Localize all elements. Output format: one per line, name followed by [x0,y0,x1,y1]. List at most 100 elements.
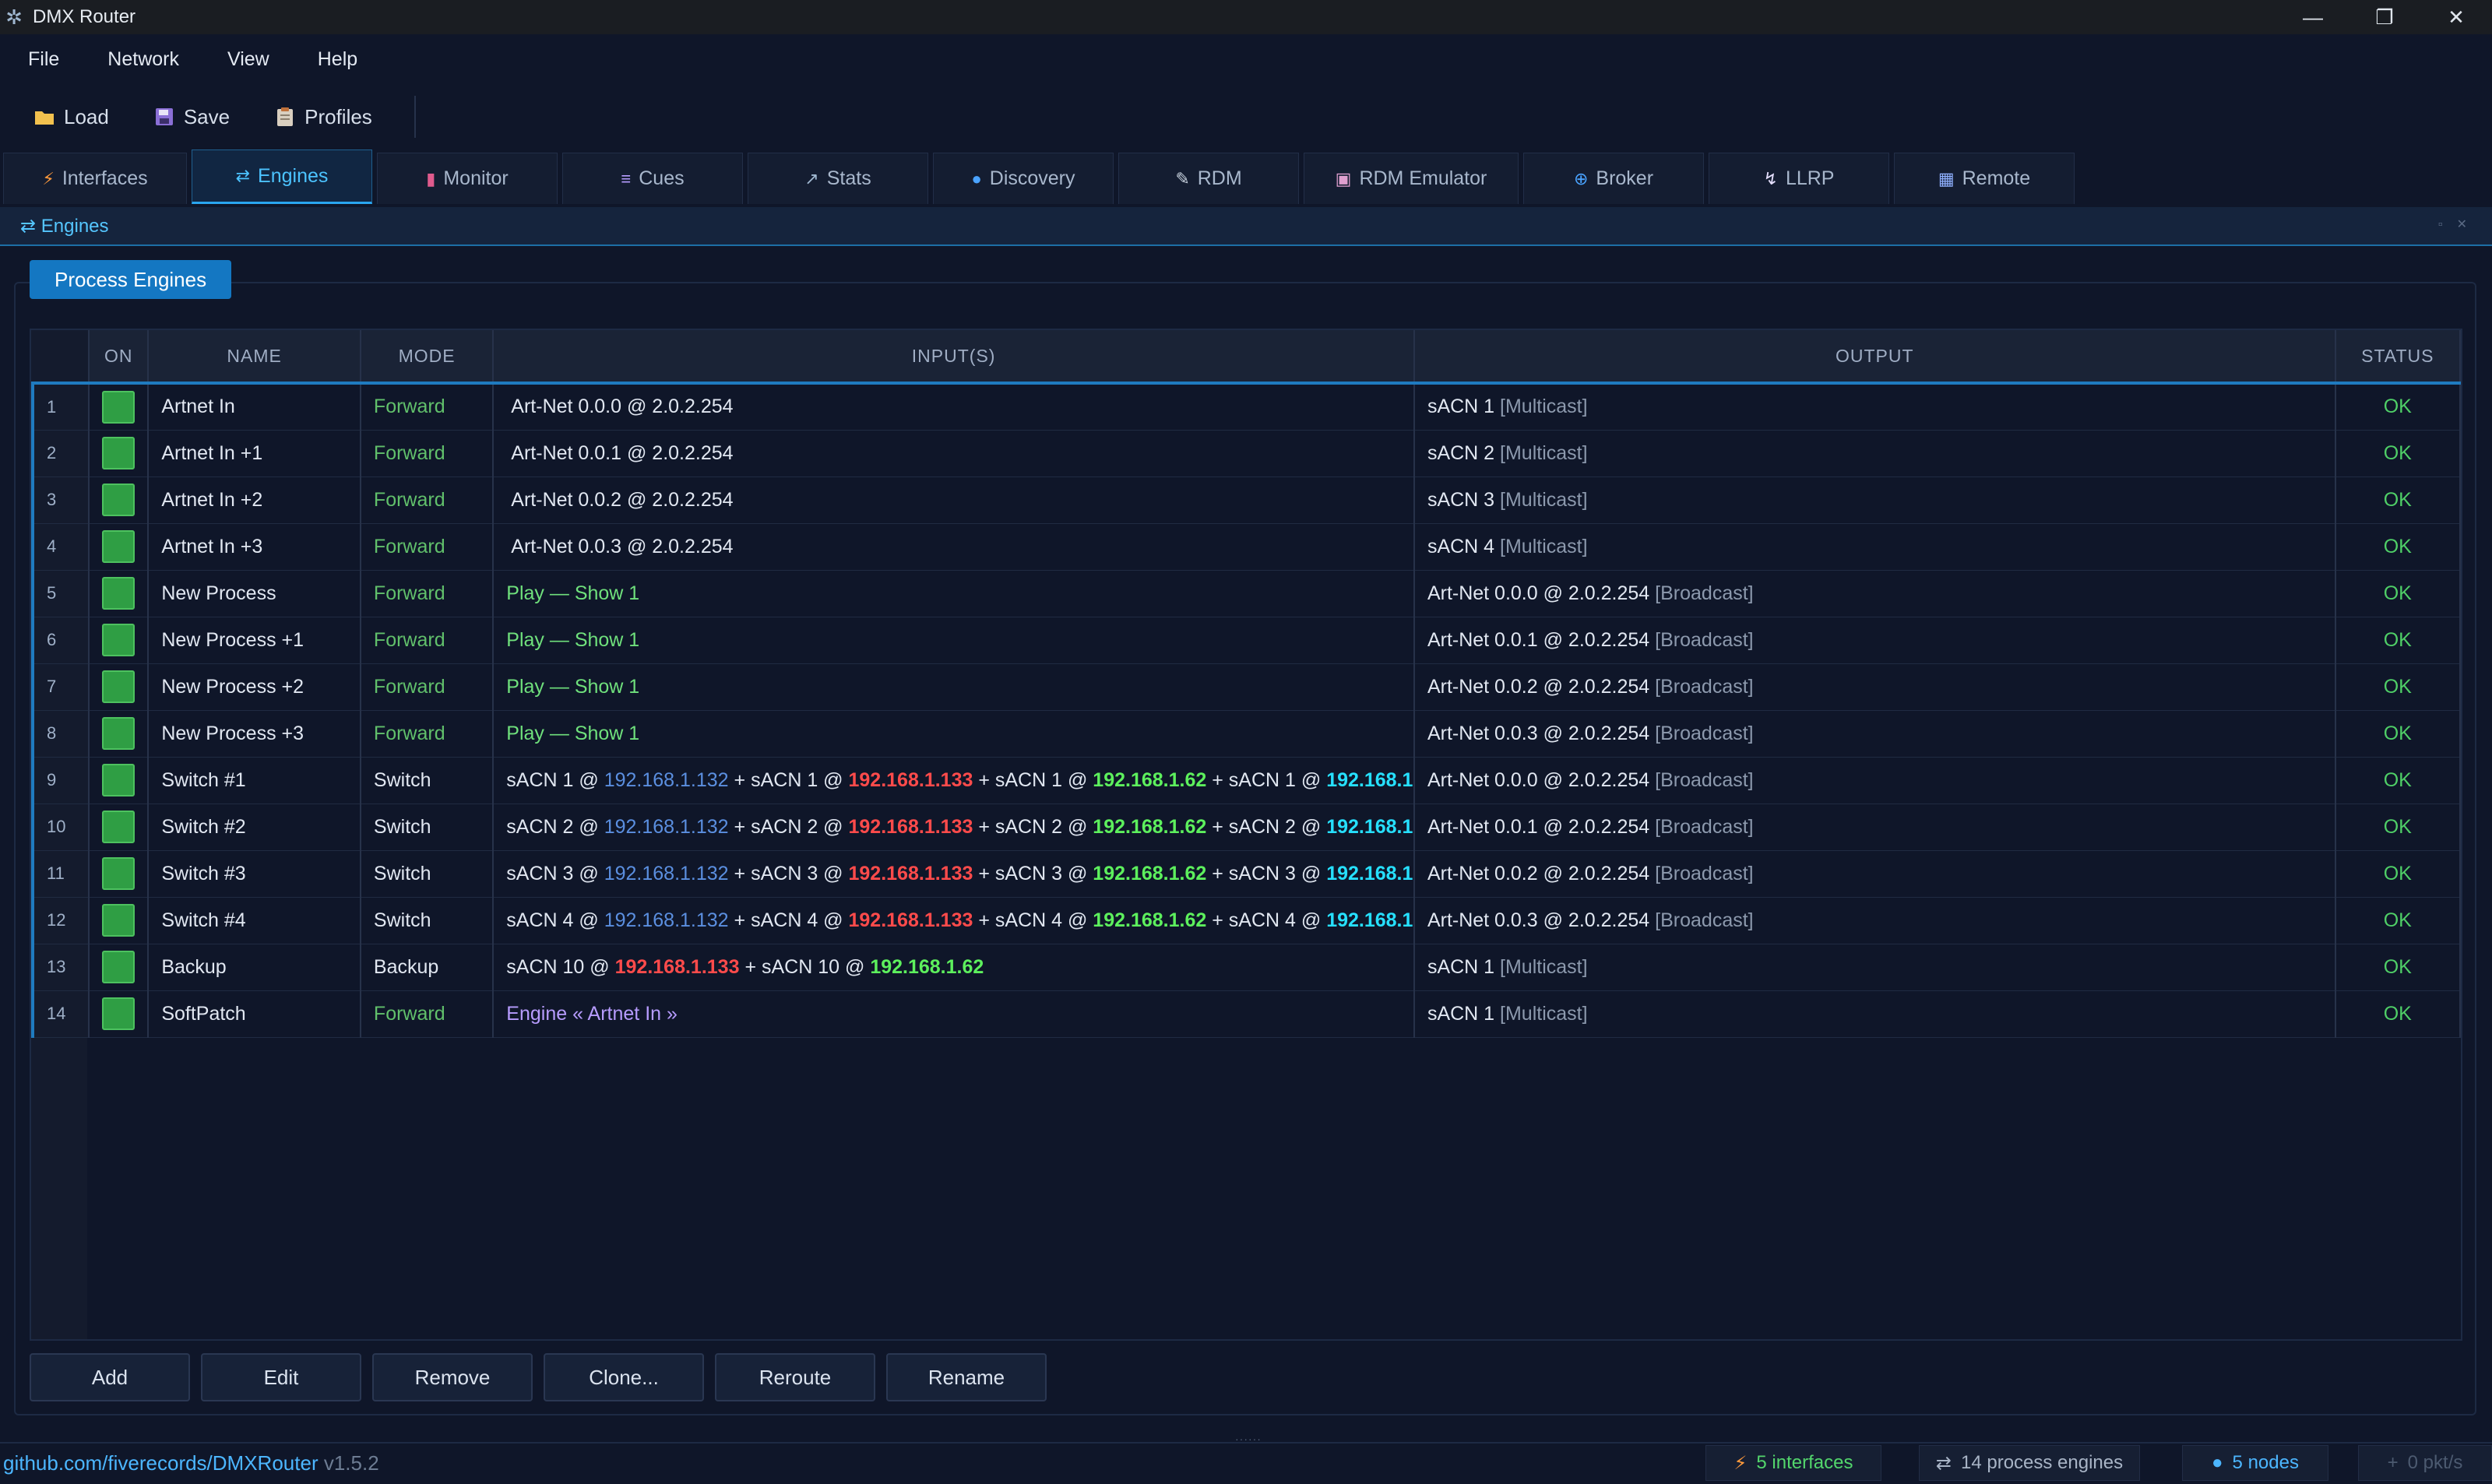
table-row[interactable]: 14 SoftPatch Forward Engine « Artnet In » sA… [31,990,2461,1038]
restore-button[interactable]: ❐ [2349,0,2420,34]
interfaces-count: 5 interfaces [1756,1452,1853,1473]
menu-file[interactable]: File [28,48,59,71]
profiles-button[interactable]: Profiles [273,105,372,129]
input-ip: 192.168.1.133 [848,909,973,931]
table-row[interactable]: 9 Switch #1 Switch sACN 1 @ 192.168.1.132 +… [31,757,2461,804]
table-row[interactable]: 8 New Process +3 Forward Play — Show 1 Art-N… [31,710,2461,758]
on-toggle-cell[interactable] [89,897,150,944]
status-badge: OK [2335,430,2461,477]
table-row[interactable]: 6 New Process +1 Forward Play — Show 1 Art-N… [31,617,2461,664]
on-toggle[interactable] [102,624,136,656]
on-toggle[interactable] [102,390,136,424]
add-button[interactable]: Add [30,1353,190,1401]
repo-url: github.com/fiverecords/DMXRouter [3,1451,319,1475]
header-output[interactable]: OUTPUT [1413,330,2336,385]
tab-interfaces[interactable]: ⚡ Interfaces [3,153,187,204]
save-button[interactable]: Save [153,105,230,129]
on-toggle[interactable] [102,670,136,703]
on-toggle-cell[interactable] [89,523,150,571]
on-toggle[interactable] [102,811,136,843]
tab-stats[interactable]: ↗ Stats [748,153,928,204]
on-toggle-cell[interactable] [89,570,150,617]
tab-engines[interactable]: ⇄ Engines [192,149,372,204]
panel-controls[interactable]: ▫✕ [2438,216,2481,232]
on-toggle[interactable] [102,951,136,983]
tab-rdm-emulator[interactable]: ▣ RDM Emulator [1304,153,1519,204]
on-toggle[interactable] [102,717,136,750]
engines-status[interactable]: ⇄ 14 process engines [1919,1445,2140,1481]
on-toggle[interactable] [102,484,136,516]
on-toggle-cell[interactable] [89,850,150,898]
status-bar: github.com/fiverecords/DMXRouter v1.5.2 … [0,1442,2492,1484]
engine-name: Switch #3 [148,850,361,898]
on-toggle[interactable] [102,530,136,563]
tab-remote[interactable]: ▦ Remote [1894,153,2075,204]
table-row[interactable]: 12 Switch #4 Switch sACN 4 @ 192.168.1.132 … [31,897,2461,944]
on-toggle-cell[interactable] [89,944,150,991]
menu-view[interactable]: View [227,48,269,71]
header-on[interactable]: ON [89,330,150,385]
on-toggle-cell[interactable] [89,757,150,804]
input-universe: + sACN 4 @ [728,909,849,931]
on-toggle-cell[interactable] [89,617,150,664]
on-toggle-cell[interactable] [89,663,150,711]
header-mode[interactable]: MODE [360,330,495,385]
engine-output: Art-Net 0.0.1 @ 2.0.2.254 [Broadcast] [1413,804,2336,851]
splitter-handle[interactable]: ······ [1235,1433,1262,1445]
on-toggle-cell[interactable] [89,476,150,524]
menu-network[interactable]: Network [107,48,179,71]
on-toggle-cell[interactable] [89,710,150,758]
load-button[interactable]: Load [33,105,109,129]
interfaces-status[interactable]: ⚡ 5 interfaces [1705,1445,1881,1481]
engine-inputs: sACN 3 @ 192.168.1.132 + sACN 3 @ 192.16… [493,850,1415,898]
remove-button[interactable]: Remove [372,1353,533,1401]
table-row[interactable]: 2 Artnet In +1 Forward Art-Net 0.0.1 @ 2.0.… [31,430,2461,477]
on-toggle[interactable] [102,997,136,1030]
menu-help[interactable]: Help [318,48,357,71]
packet-rate: 0 pkt/s [2407,1452,2463,1473]
tab-broker[interactable]: ⊕ Broker [1523,153,1704,204]
engine-name: Artnet In [148,383,361,431]
input-universe: sACN 3 @ [506,862,604,884]
tab-label: Interfaces [62,167,148,189]
table-row[interactable]: 4 Artnet In +3 Forward Art-Net 0.0.3 @ 2.0.… [31,523,2461,571]
on-toggle[interactable] [102,764,136,797]
rename-button[interactable]: Rename [886,1353,1047,1401]
tab-label: Cues [639,167,685,189]
on-toggle-cell[interactable] [89,383,150,431]
clone-button[interactable]: Clone... [544,1353,704,1401]
reroute-button[interactable]: Reroute [715,1353,875,1401]
table-row[interactable]: 10 Switch #2 Switch sACN 2 @ 192.168.1.132 … [31,804,2461,851]
tab-cues[interactable]: ≡ Cues [562,153,743,204]
engines-count: 14 process engines [1960,1452,2124,1473]
tab-discovery[interactable]: ● Discovery [933,153,1114,204]
tab-llrp[interactable]: ↯ LLRP [1709,153,1889,204]
repo-link[interactable]: github.com/fiverecords/DMXRouter v1.5.2 [3,1451,379,1475]
header-name[interactable]: NAME [148,330,361,385]
on-toggle-cell[interactable] [89,804,150,851]
table-row[interactable]: 11 Switch #3 Switch sACN 3 @ 192.168.1.132 … [31,850,2461,898]
minimize-button[interactable]: — [2277,0,2349,34]
film-icon: ≡ [621,168,632,188]
header-inputs[interactable]: INPUT(S) [493,330,1415,385]
edit-button[interactable]: Edit [201,1353,361,1401]
output-mode-tag: [Multicast] [1500,396,1588,418]
on-toggle[interactable] [102,904,136,937]
table-row[interactable]: 5 New Process Forward Play — Show 1 Art-Net … [31,570,2461,617]
on-toggle-cell[interactable] [89,990,150,1038]
tab-rdm[interactable]: ✎ RDM [1118,153,1299,204]
header-status[interactable]: STATUS [2335,330,2461,385]
on-toggle-cell[interactable] [89,430,150,477]
input-ip: 192.168.1.62 [1093,909,1207,931]
on-toggle[interactable] [102,857,136,890]
engine-inputs: sACN 10 @ 192.168.1.133 + sACN 10 @ 192.… [493,944,1415,991]
nodes-status[interactable]: ● 5 nodes [2182,1445,2328,1481]
close-button[interactable]: ✕ [2420,0,2492,34]
table-row[interactable]: 1 Artnet In Forward Art-Net 0.0.0 @ 2.0.2.2… [31,383,2461,431]
tab-monitor[interactable]: ▮ Monitor [377,153,558,204]
on-toggle[interactable] [102,437,136,469]
on-toggle[interactable] [102,577,136,610]
table-row[interactable]: 7 New Process +2 Forward Play — Show 1 Art-N… [31,663,2461,711]
table-row[interactable]: 3 Artnet In +2 Forward Art-Net 0.0.2 @ 2.0.… [31,476,2461,524]
table-row[interactable]: 13 Backup Backup sACN 10 @ 192.168.1.133 + … [31,944,2461,991]
